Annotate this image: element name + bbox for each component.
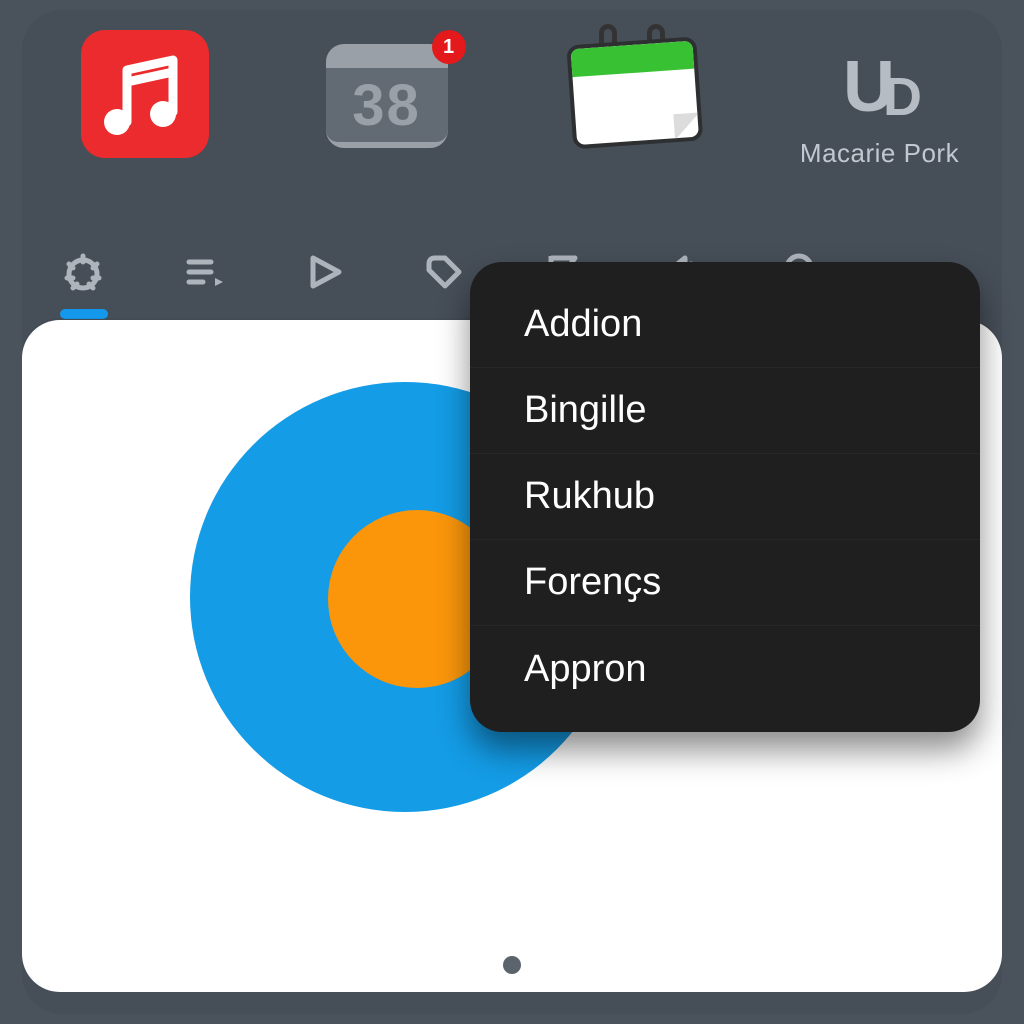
notification-badge: 1 xyxy=(432,30,466,64)
notepad-icon xyxy=(569,24,701,152)
music-icon xyxy=(81,30,209,158)
dropdown-menu: Addion Bingille Rukhub Forenҫs Appron xyxy=(470,262,980,732)
ud-logo-icon: UD xyxy=(843,42,916,132)
calendar-day: 38 xyxy=(352,72,421,139)
play-icon[interactable] xyxy=(294,243,352,301)
app-notepad[interactable] xyxy=(512,24,757,204)
main-panel: 38 1 UD Macarie Pork xyxy=(22,10,1002,1014)
calendar-38-icon: 38 1 xyxy=(326,38,454,150)
ud-caption: Macarie Pork xyxy=(800,138,959,169)
menu-item-addion[interactable]: Addion xyxy=(470,282,980,368)
menu-item-bingille[interactable]: Bingille xyxy=(470,368,980,454)
app-ud[interactable]: UD Macarie Pork xyxy=(757,24,1002,204)
app-calendar-38[interactable]: 38 1 xyxy=(267,24,512,204)
badge-count: 1 xyxy=(443,36,454,59)
menu-item-appron[interactable]: Appron xyxy=(470,626,980,712)
app-music[interactable] xyxy=(22,24,267,204)
gear-icon[interactable] xyxy=(54,243,112,301)
menu-item-forencs[interactable]: Forenҫs xyxy=(470,540,980,626)
page-indicator[interactable] xyxy=(503,956,521,974)
app-row: 38 1 UD Macarie Pork xyxy=(22,24,1002,204)
playlist-icon[interactable] xyxy=(174,243,232,301)
tag-icon[interactable] xyxy=(414,243,472,301)
menu-item-rukhub[interactable]: Rukhub xyxy=(470,454,980,540)
